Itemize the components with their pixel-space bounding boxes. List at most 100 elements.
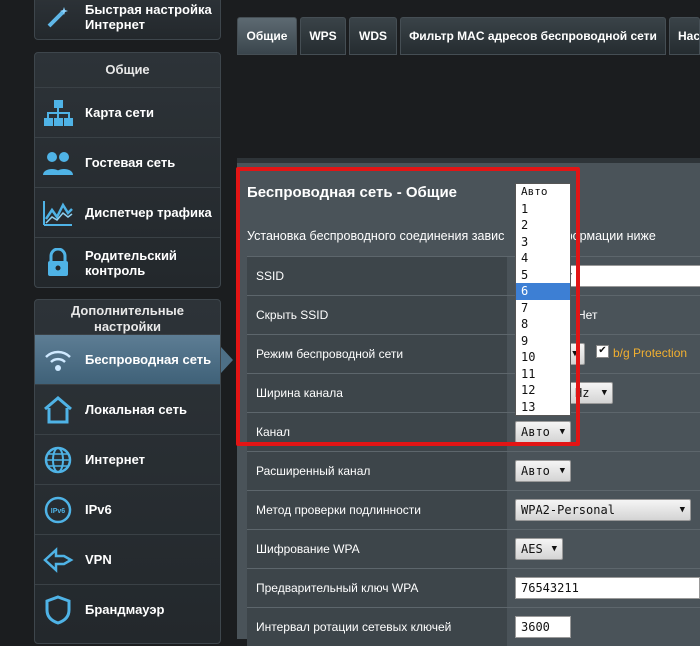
channel-option-11[interactable]: 11 [516, 366, 570, 383]
channel-option-9[interactable]: 9 [516, 333, 570, 350]
chevron-down-icon: ▼ [601, 388, 607, 398]
tab-wps[interactable]: WPS [300, 17, 346, 55]
wpa-encryption-select[interactable]: AES ▼ [515, 538, 563, 560]
extension-channel-value: Авто [521, 464, 550, 478]
channel-option-3[interactable]: 3 [516, 234, 570, 251]
sidebar-item-label: VPN [85, 552, 112, 567]
sidebar-item-traffic-manager[interactable]: Диспетчер трафика [35, 187, 220, 237]
guest-network-icon [41, 146, 75, 180]
advanced-menu: Дополнительные настройки Беспроводная се… [34, 299, 221, 644]
wpa-key-row: Предварительный ключ WPA 76543211 [247, 568, 700, 607]
channel-option-10[interactable]: 10 [516, 349, 570, 366]
channel-option-12[interactable]: 12 [516, 382, 570, 399]
general-menu: Общие Карта сети Гостевая сеть Диспетчер… [34, 52, 221, 288]
channel-option-8[interactable]: 8 [516, 316, 570, 333]
traffic-manager-icon [41, 196, 75, 230]
page-description: Установка беспроводного соединения завис… [247, 229, 656, 243]
auth-method-value: WPA2-Personal [521, 503, 615, 517]
wpa-encryption-value-cell: AES ▼ [507, 530, 700, 568]
key-rotation-input[interactable]: 3600 [515, 616, 571, 638]
channel-width-value: Hz [575, 386, 590, 400]
wireless-icon [41, 343, 75, 377]
ipv6-icon: IPv6 [41, 493, 75, 527]
channel-option-7[interactable]: 7 [516, 300, 570, 317]
sidebar-item-label: Беспроводная сеть [85, 352, 212, 367]
wpa-encryption-row: Шифрование WPA AES ▼ [247, 529, 700, 568]
wpa-key-label: Предварительный ключ WPA [247, 569, 507, 607]
tab-more[interactable]: Нас [669, 17, 700, 55]
sidebar-item-parental-control[interactable]: Родительский контроль [35, 237, 220, 287]
wpa-key-input[interactable]: 76543211 [515, 577, 700, 599]
channel-width-label: Ширина канала [247, 374, 507, 412]
hide-ssid-label: Скрыть SSID [247, 296, 507, 334]
channel-width-row: Ширина канала Hz ▼ [247, 373, 700, 412]
tab-wds[interactable]: WDS [349, 17, 397, 55]
hide-ssid-no-option[interactable]: Нет [577, 308, 597, 322]
sidebar-item-network-map[interactable]: Карта сети [35, 87, 220, 137]
chevron-down-icon: ▼ [679, 505, 685, 515]
sidebar-item-vpn[interactable]: VPN [35, 534, 220, 584]
auth-method-select[interactable]: WPA2-Personal ▼ [515, 499, 691, 521]
chevron-down-icon: ▼ [559, 466, 565, 476]
sidebar-item-firewall[interactable]: Брандмауэр [35, 584, 220, 634]
sidebar-item-label: Локальная сеть [85, 402, 187, 417]
page-title: Беспроводная сеть - Общие [247, 184, 458, 201]
ssid-label: SSID [247, 257, 507, 295]
channel-option-5[interactable]: 5 [516, 267, 570, 284]
channel-select[interactable]: Авто ▼ [515, 421, 571, 443]
hide-ssid-row: Скрыть SSID Нет [247, 295, 700, 334]
sidebar-item-label: Быстрая настройка Интернет [85, 2, 212, 32]
bg-protection-text: b/g Protection [613, 346, 688, 360]
ssid-row: SSID y [247, 256, 700, 295]
tab-mac-filter[interactable]: Фильтр MAC адресов беспроводной сети [400, 17, 666, 55]
channel-option-6[interactable]: 6 [516, 283, 570, 300]
channel-option-1[interactable]: 1 [516, 201, 570, 218]
sidebar-item-label: Карта сети [85, 105, 154, 120]
sidebar-item-label: Родительский контроль [85, 247, 177, 278]
active-item-pointer [221, 347, 233, 373]
channel-option-2[interactable]: 2 [516, 217, 570, 234]
sidebar-item-quick-setup[interactable]: Быстрая настройка Интернет [35, 0, 220, 39]
sidebar-item-internet[interactable]: Интернет [35, 434, 220, 484]
firewall-shield-icon [41, 593, 75, 627]
chevron-down-icon: ▼ [559, 427, 565, 437]
sidebar-item-lan[interactable]: Локальная сеть [35, 384, 220, 434]
description-text: Установка беспроводного соединения завис [247, 229, 505, 243]
channel-width-select[interactable]: Hz ▼ [569, 382, 613, 404]
sidebar-item-ipv6[interactable]: IPv6 IPv6 [35, 484, 220, 534]
wireless-mode-label: Режим беспроводной сети [247, 335, 507, 373]
ssid-input[interactable]: y [565, 265, 700, 287]
globe-icon [41, 443, 75, 477]
key-rotation-row: Интервал ротации сетевых ключей 3600 [247, 607, 700, 646]
channel-dropdown-list[interactable]: Авто 1 2 3 4 5 6 7 8 9 10 11 12 13 [515, 183, 571, 416]
sidebar-item-wireless[interactable]: Беспроводная сеть [35, 334, 220, 384]
auth-method-row: Метод проверки подлинности WPA2-Personal… [247, 490, 700, 529]
sidebar-item-guest-network[interactable]: Гостевая сеть [35, 137, 220, 187]
description-tail: формации ниже [562, 229, 656, 243]
wpa-encryption-value: AES [521, 542, 543, 556]
chevron-down-icon: ▼ [572, 349, 578, 359]
extension-channel-select[interactable]: Авто ▼ [515, 460, 571, 482]
extension-channel-row: Расширенный канал Авто ▼ [247, 451, 700, 490]
channel-option-13[interactable]: 13 [516, 399, 570, 416]
wpa-key-value-cell: 76543211 [507, 569, 700, 607]
sidebar-item-label: Диспетчер трафика [85, 205, 212, 220]
auth-method-value-cell: WPA2-Personal ▼ [507, 491, 700, 529]
advanced-header: Дополнительные настройки [71, 303, 184, 334]
channel-value: Авто [521, 425, 550, 439]
channel-row: Канал Авто ▼ [247, 412, 700, 451]
sidebar-item-label: Интернет [85, 452, 146, 467]
channel-option-auto[interactable]: Авто [516, 184, 570, 201]
extension-channel-label: Расширенный канал [247, 452, 507, 490]
quick-setup-box[interactable]: Быстрая настройка Интернет [34, 0, 221, 40]
channel-value-cell: Авто ▼ [507, 413, 700, 451]
channel-option-4[interactable]: 4 [516, 250, 570, 267]
tab-general[interactable]: Общие [237, 17, 297, 55]
sidebar-item-label: Брандмауэр [85, 602, 165, 617]
bg-protection-label: b/g Protection [613, 346, 687, 360]
svg-text:IPv6: IPv6 [51, 508, 66, 515]
channel-label: Канал [247, 413, 507, 451]
bg-protection-checkbox[interactable]: ✔ [596, 345, 609, 358]
general-header: Общие [105, 62, 150, 77]
magic-wand-icon [41, 0, 75, 34]
